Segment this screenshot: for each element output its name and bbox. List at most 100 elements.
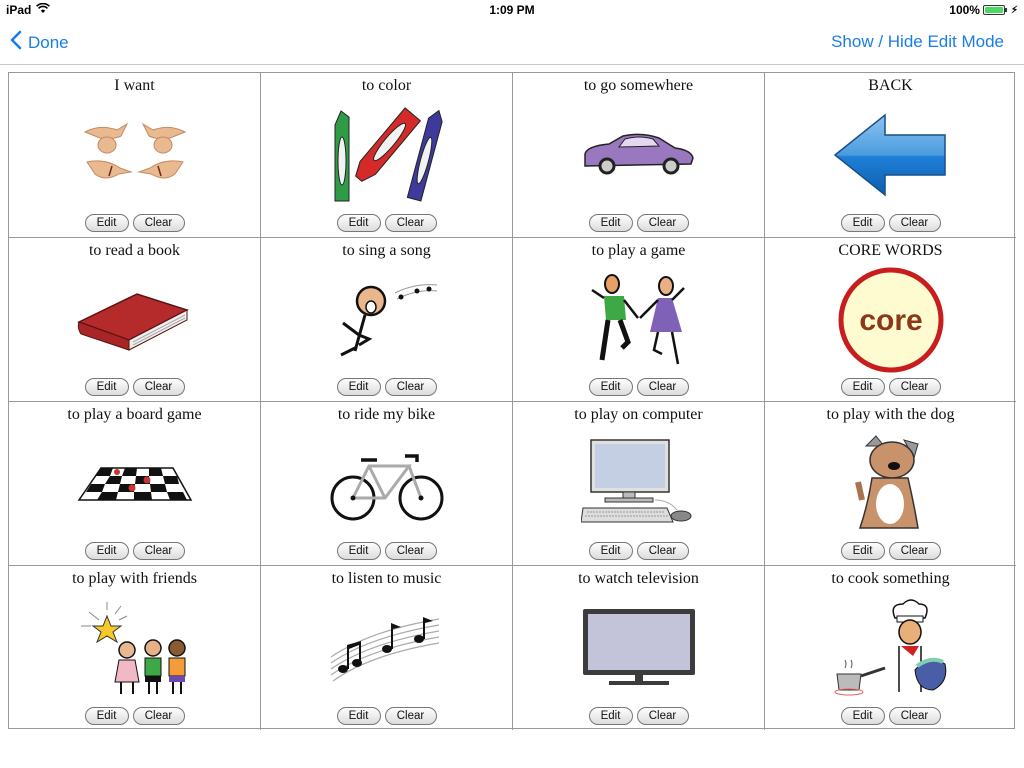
- done-label: Done: [28, 32, 69, 52]
- edit-button[interactable]: Edit: [588, 214, 633, 232]
- cell-actions: Edit Clear: [513, 542, 764, 560]
- dog-icon: [831, 430, 951, 538]
- cell-label: to play a board game: [67, 406, 202, 423]
- grid-cell[interactable]: to play on computer Edit Clear: [513, 402, 765, 566]
- status-time: 1:09 PM: [489, 3, 535, 17]
- computer-icon: [579, 430, 699, 538]
- cell-actions: Edit Clear: [9, 214, 260, 232]
- edit-button[interactable]: Edit: [84, 542, 129, 560]
- clear-button[interactable]: Clear: [132, 707, 185, 725]
- clear-button[interactable]: Clear: [636, 707, 689, 725]
- grid-cell[interactable]: to watch television Edit Clear: [513, 566, 765, 730]
- charging-icon: ⚡︎: [1010, 4, 1018, 16]
- clear-button[interactable]: Clear: [384, 378, 437, 396]
- cell-label: to play on computer: [574, 406, 703, 423]
- edit-button[interactable]: Edit: [84, 214, 129, 232]
- edit-button[interactable]: Edit: [336, 707, 381, 725]
- edit-button[interactable]: Edit: [336, 378, 381, 396]
- edit-button[interactable]: Edit: [588, 378, 633, 396]
- cell-label: to listen to music: [331, 570, 442, 587]
- grid-cell[interactable]: to cook something Edit Clear: [765, 566, 1016, 730]
- clear-button[interactable]: Clear: [636, 542, 689, 560]
- cell-actions: Edit Clear: [513, 378, 764, 396]
- status-bar: iPad 1:09 PM 100% ⚡︎: [0, 0, 1024, 20]
- clear-button[interactable]: Clear: [888, 542, 941, 560]
- edit-button[interactable]: Edit: [84, 378, 129, 396]
- show-hide-edit-mode-button[interactable]: Show / Hide Edit Mode: [831, 32, 1004, 52]
- chevron-left-icon: [10, 30, 22, 55]
- clear-button[interactable]: Clear: [888, 214, 941, 232]
- grid-cell[interactable]: to go somewhere Edit Clear: [513, 73, 765, 238]
- cell-label: to read a book: [88, 242, 181, 259]
- symbol-grid: I want Edit Clear to color Edit Clear to…: [8, 72, 1016, 730]
- cell-actions: Edit Clear: [765, 707, 1016, 725]
- grid-cell[interactable]: to play with friends Edit Clear: [9, 566, 261, 730]
- edit-button[interactable]: Edit: [588, 707, 633, 725]
- battery-percent: 100%: [949, 3, 980, 17]
- edit-button[interactable]: Edit: [336, 214, 381, 232]
- navigation-bar: Done Show / Hide Edit Mode: [0, 20, 1024, 65]
- clear-button[interactable]: Clear: [888, 707, 941, 725]
- grid-cell[interactable]: to play a game Edit Clear: [513, 238, 765, 402]
- clear-button[interactable]: Clear: [132, 214, 185, 232]
- cell-label: to sing a song: [342, 242, 431, 259]
- book-icon: [75, 266, 195, 374]
- sign-language-hands-icon: [75, 101, 195, 209]
- grid-cell[interactable]: CORE WORDS core Edit Clear: [765, 238, 1016, 402]
- edit-button[interactable]: Edit: [840, 707, 885, 725]
- cell-label: to color: [361, 77, 412, 94]
- grid-cell[interactable]: to play with the dog Edit Clear: [765, 402, 1016, 566]
- cell-label: to go somewhere: [583, 77, 694, 94]
- clear-button[interactable]: Clear: [636, 378, 689, 396]
- clear-button[interactable]: Clear: [132, 378, 185, 396]
- edit-button[interactable]: Edit: [336, 542, 381, 560]
- cell-actions: Edit Clear: [513, 707, 764, 725]
- cell-label: to play with friends: [72, 570, 197, 587]
- grid-cell[interactable]: I want Edit Clear: [9, 73, 261, 238]
- television-icon: [579, 594, 699, 702]
- edit-button[interactable]: Edit: [840, 542, 885, 560]
- car-icon: [579, 101, 699, 209]
- clear-button[interactable]: Clear: [636, 214, 689, 232]
- edit-button[interactable]: Edit: [588, 542, 633, 560]
- clear-button[interactable]: Clear: [384, 214, 437, 232]
- cell-actions: Edit Clear: [9, 378, 260, 396]
- grid-cell[interactable]: to listen to music Edit Clear: [261, 566, 513, 730]
- clear-button[interactable]: Clear: [384, 707, 437, 725]
- grid-cell[interactable]: to play a board game Edit Clear: [9, 402, 261, 566]
- friends-icon: [75, 594, 195, 702]
- cell-actions: Edit Clear: [765, 214, 1016, 232]
- clear-button[interactable]: Clear: [132, 542, 185, 560]
- back-arrow-icon: [831, 101, 951, 209]
- status-right: 100% ⚡︎: [949, 3, 1018, 17]
- cell-actions: Edit Clear: [765, 542, 1016, 560]
- cell-label: to play a game: [591, 242, 686, 259]
- cell-label: to ride my bike: [337, 406, 436, 423]
- done-button[interactable]: Done: [10, 30, 69, 55]
- cell-label: to cook something: [831, 570, 950, 587]
- bicycle-icon: [327, 430, 447, 538]
- clear-button[interactable]: Clear: [888, 378, 941, 396]
- chef-icon: [831, 594, 951, 702]
- battery-icon: [982, 5, 1007, 15]
- cell-label: CORE WORDS: [838, 242, 943, 259]
- core-badge-icon: core: [831, 266, 951, 374]
- clear-button[interactable]: Clear: [384, 542, 437, 560]
- grid-cell[interactable]: to sing a song Edit Clear: [261, 238, 513, 402]
- cell-actions: Edit Clear: [261, 214, 512, 232]
- grid-cell[interactable]: to color Edit Clear: [261, 73, 513, 238]
- grid-cell[interactable]: BACK Edit Clear: [765, 73, 1016, 238]
- music-notes-icon: [327, 594, 447, 702]
- grid-cell[interactable]: to read a book Edit Clear: [9, 238, 261, 402]
- edit-button[interactable]: Edit: [840, 378, 885, 396]
- cell-label: to watch television: [578, 570, 699, 587]
- grid-cell[interactable]: to ride my bike Edit Clear: [261, 402, 513, 566]
- cell-actions: Edit Clear: [765, 378, 1016, 396]
- crayons-icon: [327, 101, 447, 209]
- edit-button[interactable]: Edit: [840, 214, 885, 232]
- edit-button[interactable]: Edit: [84, 707, 129, 725]
- kids-playing-icon: [579, 266, 699, 374]
- cell-actions: Edit Clear: [9, 707, 260, 725]
- core-badge-text: core: [859, 304, 922, 337]
- singer-icon: [327, 266, 447, 374]
